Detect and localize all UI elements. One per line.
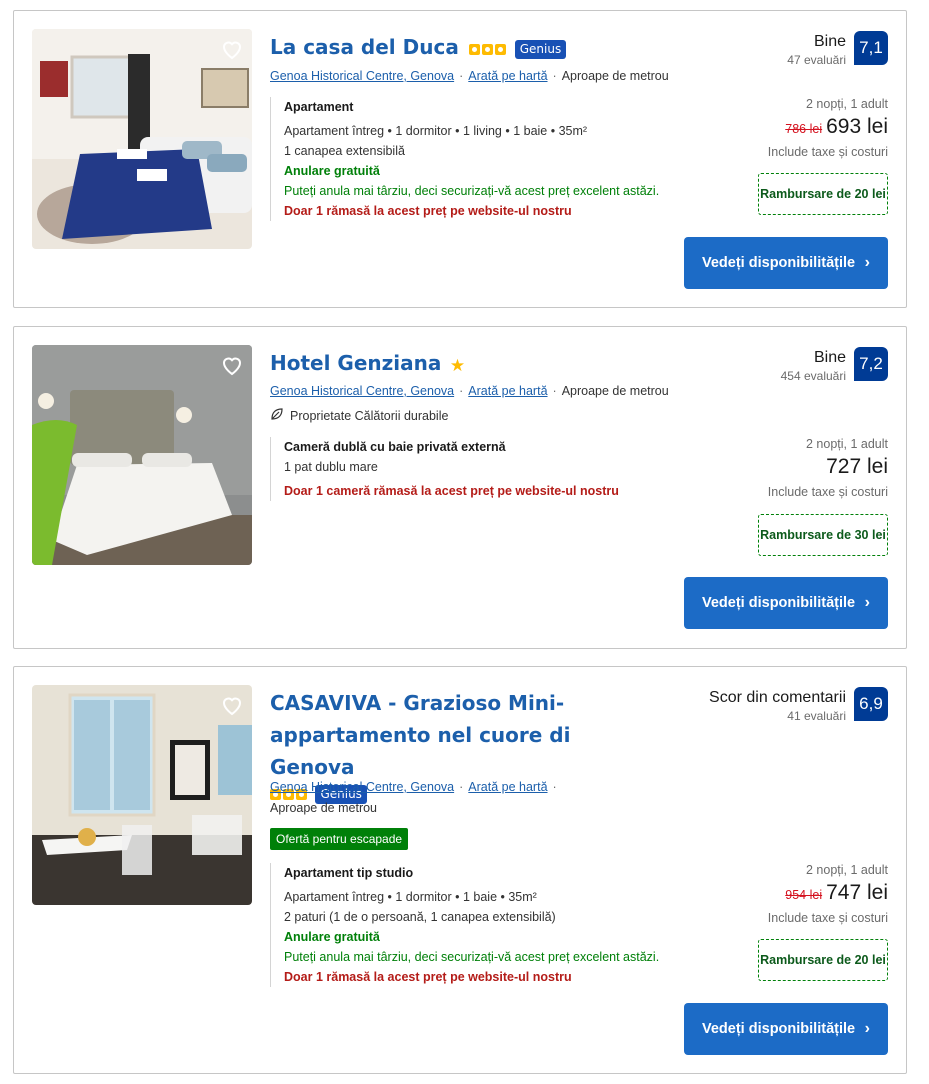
scarcity-message: Doar 1 cameră rămasă la acest preț pe we… [284,484,619,498]
scarcity-message: Doar 1 rămasă la acest preț pe website-u… [284,204,572,218]
review-count: 41 evaluări [787,709,846,723]
location-link[interactable]: Genoa Historical Centre, Genova [270,780,454,794]
sustainability-label: Proprietate Călătorii durabile [270,407,448,424]
see-availability-button[interactable]: Vedeți disponibilitățile › [684,577,888,629]
metro-label: Aproape de metrou [270,801,378,815]
old-price: 954 lei [785,888,823,902]
genius-badge: Genius [514,40,567,60]
stay-length: 2 nopți, 1 adult [805,97,888,111]
property-photo[interactable] [32,345,252,565]
show-on-map-link[interactable]: Arată pe hartă [468,69,547,83]
property-photo[interactable] [32,685,252,905]
location-line: Genoa Historical Centre, Genova · Arată pe… [270,384,669,398]
review-count: 47 evaluări [787,53,846,67]
metro-label: Aproape de metrou [561,384,669,398]
room-details: Apartament întreg • 1 dormitor • 1 livin… [284,124,588,138]
current-price: 727 lei [826,455,888,478]
property-title[interactable]: CASAVIVA - Grazioso Mini-appartamento ne… [270,687,650,783]
free-cancellation-desc: Puteți anula mai târziu, deci securizați… [284,950,660,964]
property-title[interactable]: Hotel Genziana [270,351,441,375]
property-title[interactable]: La casa del Duca [270,35,459,59]
room-beds: 1 canapea extensibilă [284,144,405,158]
room-name: Apartament [284,100,354,114]
room-beds: 2 paturi (1 de o persoană, 1 canapea ext… [284,910,556,924]
stay-length: 2 nopți, 1 adult [805,863,888,877]
review-word: Bine [813,349,846,366]
review-score: 7,1 [854,31,888,65]
room-info: Apartament Apartament întreg • 1 dormito… [270,97,664,221]
see-availability-button[interactable]: Vedeți disponibilitățile › [684,1003,888,1055]
button-label: Vedeți disponibilitățile [702,1021,856,1037]
heart-icon[interactable] [220,693,244,717]
property-card: Hotel Genziana ★ Genoa Historical Centre… [13,326,907,649]
room-details: Apartament întreg • 1 dormitor • 1 baie … [284,890,537,904]
property-card: La casa del Duca Genius Genoa Historical… [13,10,907,308]
show-on-map-link[interactable]: Arată pe hartă [468,780,547,794]
cashback-badge: Rambursare de 30 lei [758,514,888,556]
price-block: 2 nopți, 1 adult 954 lei 747 lei Include … [768,861,888,927]
tax-note: Include taxe și costuri [767,485,888,499]
price-block: 2 nopți, 1 adult 727 lei Include taxe și… [768,435,888,501]
metro-label: Aproape de metrou [561,69,669,83]
review-word: Scor din comentarii [709,689,846,706]
cashback-badge: Rambursare de 20 lei [758,939,888,981]
see-availability-button[interactable]: Vedeți disponibilitățile › [684,237,888,289]
leaf-icon [270,407,284,424]
show-on-map-link[interactable]: Arată pe hartă [468,384,547,398]
button-label: Vedeți disponibilitățile [702,595,856,611]
location-line: Genoa Historical Centre, Genova · Arată pe… [270,69,669,83]
location-link[interactable]: Genoa Historical Centre, Genova [270,384,454,398]
room-name: Cameră dublă cu baie privată externă [284,440,506,454]
room-info: Apartament tip studio Apartament întreg … [270,863,664,987]
review-block[interactable]: Scor din comentarii 41 evaluări 6,9 [709,687,888,723]
free-cancellation-desc: Puteți anula mai târziu, deci securizați… [284,184,660,198]
location-line: Genoa Historical Centre, Genova · Arată pe… [270,780,557,794]
property-photo[interactable] [32,29,252,249]
location-link[interactable]: Genoa Historical Centre, Genova [270,69,454,83]
heart-icon[interactable] [220,37,244,61]
price-block: 2 nopți, 1 adult 786 lei 693 lei Include … [768,95,888,161]
cashback-badge: Rambursare de 20 lei [758,173,888,215]
escape-deal-badge: Ofertă pentru escapade [270,828,409,850]
review-block[interactable]: Bine 454 evaluări 7,2 [781,347,888,383]
room-info: Cameră dublă cu baie privată externă 1 p… [270,437,664,501]
review-score: 7,2 [854,347,888,381]
current-price: 693 lei [826,115,888,138]
review-score: 6,9 [854,687,888,721]
chevron-right-icon: › [864,594,870,611]
review-count: 454 evaluări [780,369,846,383]
review-word: Bine [813,33,846,50]
heart-icon[interactable] [220,353,244,377]
tax-note: Include taxe și costuri [767,145,888,159]
scarcity-message: Doar 1 rămasă la acest preț pe website-u… [284,970,572,984]
sustainability-text: Proprietate Călătorii durabile [290,408,449,423]
room-beds: 1 pat dublu mare [284,460,378,474]
title-row: Hotel Genziana ★ [270,347,670,379]
metro-line: Aproape de metrou [270,799,377,817]
review-block[interactable]: Bine 47 evaluări 7,1 [787,31,888,67]
star-icon: ★ [449,355,466,375]
button-label: Vedeți disponibilitățile [702,255,856,271]
property-card: CASAVIVA - Grazioso Mini-appartamento ne… [13,666,907,1074]
chevron-right-icon: › [864,254,870,271]
old-price: 786 lei [785,122,823,136]
free-cancellation: Anulare gratuită [284,930,380,944]
stay-length: 2 nopți, 1 adult [805,437,888,451]
room-name: Apartament tip studio [284,866,414,880]
current-price: 747 lei [826,881,888,904]
star-icon [469,44,507,56]
title-row: La casa del Duca Genius [270,31,670,63]
free-cancellation: Anulare gratuită [284,164,380,178]
tax-note: Include taxe și costuri [767,911,888,925]
chevron-right-icon: › [864,1020,870,1037]
